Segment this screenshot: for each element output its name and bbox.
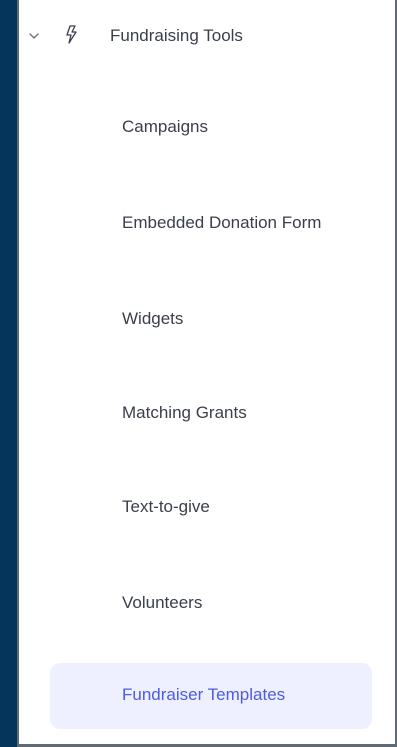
menu-item-embedded-donation-form[interactable]: Embedded Donation Form (50, 191, 372, 257)
section-header-fundraising-tools[interactable]: Fundraising Tools (19, 14, 395, 58)
menu-item-label: Text-to-give (122, 497, 210, 516)
menu-item-matching-grants[interactable]: Matching Grants (50, 381, 372, 447)
section-label: Fundraising Tools (110, 26, 243, 45)
chevron-down-icon[interactable] (27, 29, 41, 43)
menu-item-volunteers[interactable]: Volunteers (50, 571, 372, 637)
menu-item-label: Embedded Donation Form (122, 213, 322, 232)
menu-item-label: Fundraiser Templates (122, 685, 286, 704)
menu-item-label: Matching Grants (122, 403, 247, 422)
menu-item-campaigns[interactable]: Campaigns (50, 95, 372, 161)
lightning-bolt-icon (62, 24, 82, 46)
menu-item-label: Campaigns (122, 117, 208, 136)
menu-item-label: Widgets (122, 309, 184, 328)
menu-item-widgets[interactable]: Widgets (50, 287, 372, 353)
menu-item-text-to-give[interactable]: Text-to-give (50, 475, 372, 541)
menu-item-fundraiser-templates[interactable]: Fundraiser Templates (50, 663, 372, 729)
menu-item-label: Volunteers (122, 593, 203, 612)
fundraising-tools-nav: Fundraising Tools Campaigns Embedded Don… (19, 0, 395, 744)
nav-panel-frame: Fundraising Tools Campaigns Embedded Don… (17, 0, 397, 747)
